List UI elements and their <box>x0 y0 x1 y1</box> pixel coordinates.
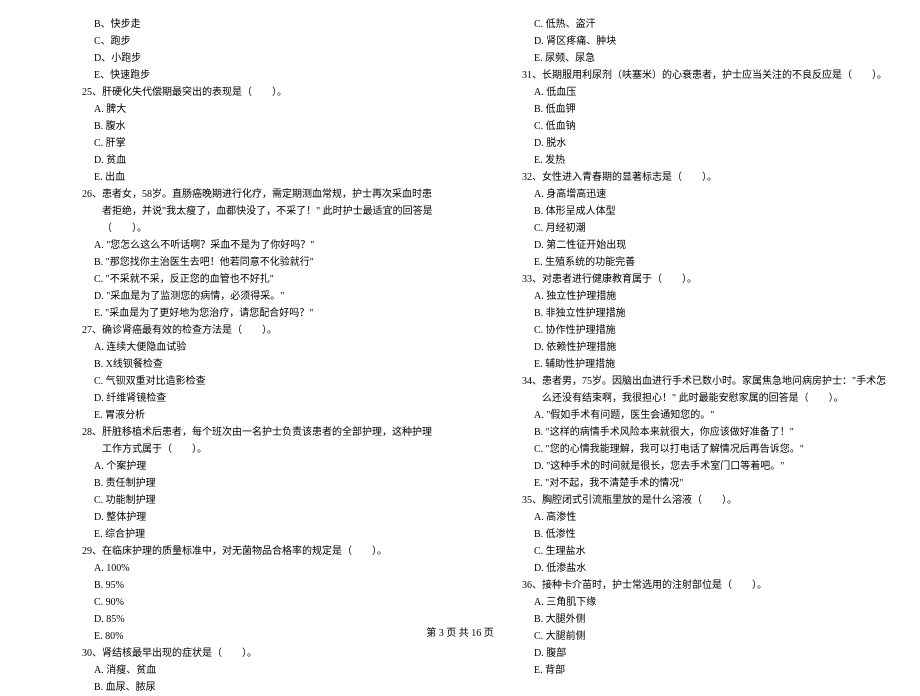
q25-option-c: C. 肝掌 <box>30 135 440 152</box>
q34-option-e: E. "对不起，我不清楚手术的情况" <box>470 475 890 492</box>
q30-option-b: B. 血尿、脓尿 <box>30 679 440 696</box>
page-footer: 第 3 页 共 16 页 <box>0 625 920 642</box>
q29-option-a: A. 100% <box>30 560 440 577</box>
q31-option-d: D. 脱水 <box>470 135 890 152</box>
q33-option-a: A. 独立性护理措施 <box>470 288 890 305</box>
q27-option-d: D. 纤维肾镜检查 <box>30 390 440 407</box>
q36-stem: 36、接种卡介苗时，护士常选用的注射部位是（ ）。 <box>506 577 890 594</box>
q25-option-e: E. 出血 <box>30 169 440 186</box>
q24-option-b: B、快步走 <box>30 16 440 33</box>
q35-option-a: A. 高渗性 <box>470 509 890 526</box>
q34-stem: 34、患者男，75岁。因脑出血进行手术已数小时。家属焦急地问病房护士："手术怎么… <box>506 373 890 407</box>
q24-option-d: D、小跑步 <box>30 50 440 67</box>
q34-option-a: A. "假如手术有问题，医生会通知您的。" <box>470 407 890 424</box>
q31-stem: 31、长期服用利尿剂（呋塞米）的心衰患者，护士应当关注的不良反应是（ ）。 <box>506 67 890 84</box>
q35-option-c: C. 生理盐水 <box>470 543 890 560</box>
q28-option-e: E. 综合护理 <box>30 526 440 543</box>
q32-option-e: E. 生殖系统的功能完善 <box>470 254 890 271</box>
q27-option-a: A. 连续大便隐血试验 <box>30 339 440 356</box>
q32-option-d: D. 第二性征开始出现 <box>470 237 890 254</box>
q29-option-b: B. 95% <box>30 577 440 594</box>
q25-option-d: D. 贫血 <box>30 152 440 169</box>
q25-option-a: A. 脾大 <box>30 101 440 118</box>
q25-option-b: B. 腹水 <box>30 118 440 135</box>
q31-option-c: C. 低血钠 <box>470 118 890 135</box>
q27-stem: 27、确诊肾癌最有效的检查方法是（ ）。 <box>66 322 440 339</box>
q28-option-c: C. 功能制护理 <box>30 492 440 509</box>
q31-option-b: B. 低血钾 <box>470 101 890 118</box>
q32-option-c: C. 月经初潮 <box>470 220 890 237</box>
q33-stem: 33、对患者进行健康教育属于（ ）。 <box>506 271 890 288</box>
q31-option-a: A. 低血压 <box>470 84 890 101</box>
q28-option-b: B. 责任制护理 <box>30 475 440 492</box>
q30-stem: 30、肾结核最早出现的症状是（ ）。 <box>66 645 440 662</box>
q28-option-a: A. 个案护理 <box>30 458 440 475</box>
q35-option-d: D. 低渗盐水 <box>470 560 890 577</box>
q31-option-e: E. 发热 <box>470 152 890 169</box>
q33-option-e: E. 辅助性护理措施 <box>470 356 890 373</box>
q26-option-c: C. "不采就不采，反正您的血管也不好扎" <box>30 271 440 288</box>
q33-option-d: D. 依赖性护理措施 <box>470 339 890 356</box>
q26-option-e: E. "采血是为了更好地为您治疗，请您配合好吗？" <box>30 305 440 322</box>
q36-option-e: E. 背部 <box>470 662 890 679</box>
q26-stem: 26、患者女，58岁。直肠癌晚期进行化疗，需定期测血常规，护士再次采血时患者拒绝… <box>66 186 440 237</box>
q27-option-e: E. 胃液分析 <box>30 407 440 424</box>
q32-option-a: A. 身高增高迅速 <box>470 186 890 203</box>
q36-option-d: D. 腹部 <box>470 645 890 662</box>
q30-option-d: D. 肾区疼痛、肿块 <box>470 33 890 50</box>
q24-option-e: E、快速跑步 <box>30 67 440 84</box>
q28-stem: 28、肝脏移植术后患者，每个班次由一名护士负责该患者的全部护理，这种护理工作方式… <box>66 424 440 458</box>
q30-option-e: E. 尿频、尿急 <box>470 50 890 67</box>
q27-option-b: B. X线钡餐检查 <box>30 356 440 373</box>
q32-stem: 32、女性进入青春期的显著标志是（ ）。 <box>506 169 890 186</box>
q26-option-b: B. "那您找你主治医生去吧！他若同意不化验就行" <box>30 254 440 271</box>
q34-option-b: B. "这样的病情手术风险本来就很大，你应该做好准备了！" <box>470 424 890 441</box>
q33-option-b: B. 非独立性护理措施 <box>470 305 890 322</box>
q30-option-c: C. 低热、盗汗 <box>470 16 890 33</box>
q32-option-b: B. 体形呈成人体型 <box>470 203 890 220</box>
q34-option-d: D. "这种手术的时间就是很长，您去手术室门口等着吧。" <box>470 458 890 475</box>
q35-option-b: B. 低渗性 <box>470 526 890 543</box>
q24-option-c: C、跑步 <box>30 33 440 50</box>
q28-option-d: D. 整体护理 <box>30 509 440 526</box>
q25-stem: 25、肝硬化失代偿期最突出的表现是（ ）。 <box>66 84 440 101</box>
q33-option-c: C. 协作性护理措施 <box>470 322 890 339</box>
q27-option-c: C. 气钡双重对比造影检查 <box>30 373 440 390</box>
q29-option-c: C. 90% <box>30 594 440 611</box>
q26-option-d: D. "采血是为了监测您的病情，必须得采。" <box>30 288 440 305</box>
q26-option-a: A. "您怎么这么不听话啊？采血不是为了你好吗？" <box>30 237 440 254</box>
q30-option-a: A. 消瘦、贫血 <box>30 662 440 679</box>
q36-option-a: A. 三角肌下缘 <box>470 594 890 611</box>
q35-stem: 35、胸腔闭式引流瓶里放的是什么溶液（ ）。 <box>506 492 890 509</box>
q29-stem: 29、在临床护理的质量标准中，对无菌物品合格率的规定是（ ）。 <box>66 543 440 560</box>
q34-option-c: C. "您的心情我能理解，我可以打电话了解情况后再告诉您。" <box>470 441 890 458</box>
